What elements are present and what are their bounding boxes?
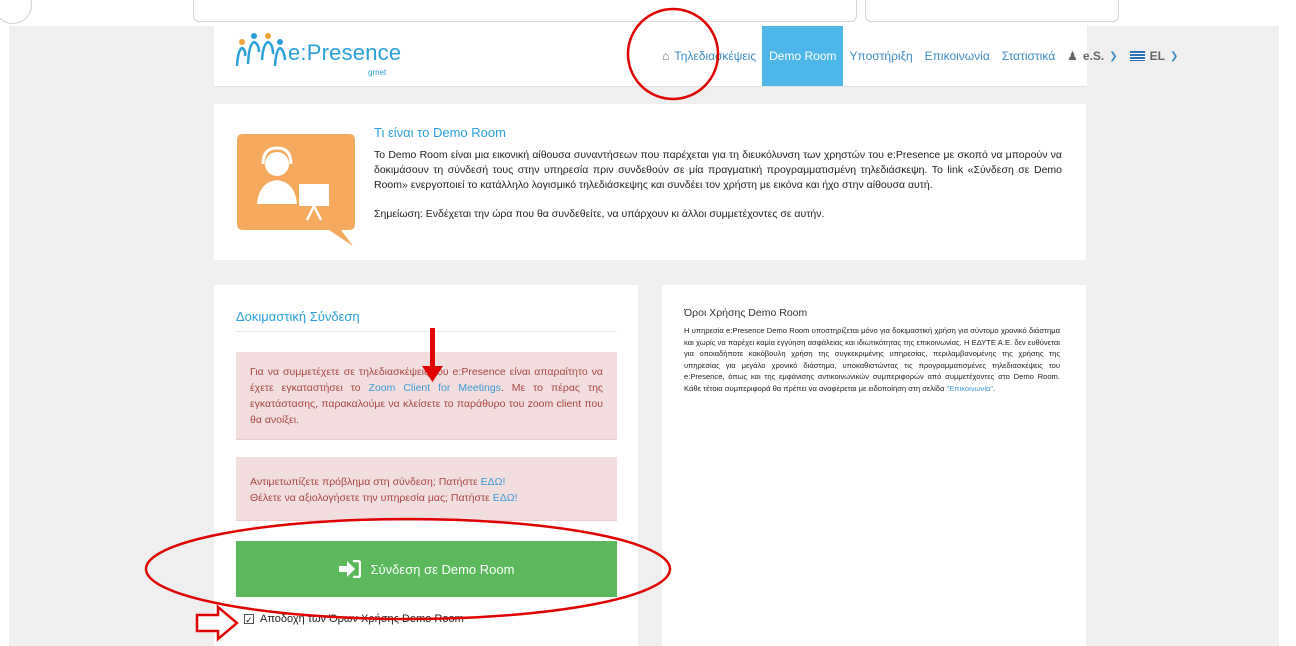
- browser-toolbar: [0, 0, 1296, 26]
- nav-label-teleconferences: Τηλεδιασκέψεις: [674, 49, 757, 63]
- problem-here-link[interactable]: ΕΔΩ!: [481, 476, 506, 488]
- nav-item-demo-room[interactable]: Demo Room: [762, 26, 844, 86]
- test-connection-panel: Δοκιμαστική Σύνδεση Για να συμμετέχετε σ…: [214, 285, 638, 646]
- chevron-down-icon: ❯: [1170, 50, 1179, 62]
- nav-label-statistics: Στατιστικά: [1001, 49, 1056, 63]
- evaluate-text: Θέλετε να αξιολογήσετε την υπηρεσία μας;…: [250, 492, 493, 504]
- main-menu: ⌂ Τηλεδιασκέψεις Demo Room Υποστήριξη Επ…: [656, 26, 1184, 86]
- help-alert: Αντιμετωπίζετε πρόβλημα στη σύνδεση; Πατ…: [236, 457, 617, 521]
- user-label: e.S.: [1082, 49, 1105, 63]
- browser-search-bar[interactable]: [865, 0, 1119, 22]
- user-menu[interactable]: ♟ e.S. ❯: [1061, 26, 1124, 86]
- accept-terms: ✓ Αποδοχή των Όρων Χρήσης Demo Room: [244, 613, 464, 625]
- accept-terms-checkbox[interactable]: ✓: [244, 614, 254, 625]
- nav-label-support: Υποστήριξη: [849, 49, 913, 63]
- language-label: EL: [1149, 49, 1165, 63]
- info-title: Τι είναι το Demo Room: [374, 125, 506, 140]
- epresence-logo[interactable]: e:Presence grnet: [234, 30, 434, 82]
- terms-panel: Όροι Χρήσης Demo Room Η υπηρεσία e:Prese…: [662, 285, 1086, 646]
- evaluate-here-link[interactable]: ΕΔΩ!: [493, 492, 518, 504]
- contact-page-link[interactable]: "Επικοινωνία": [947, 384, 994, 393]
- divider: [236, 331, 617, 332]
- logo-text: e:Presence: [288, 40, 402, 65]
- people-logo-icon: [235, 33, 287, 67]
- logo-powered-by: grnet: [368, 68, 387, 77]
- nav-label-demo-room: Demo Room: [769, 49, 837, 63]
- demo-room-info-card: Τι είναι το Demo Room Το Demo Room είναι…: [214, 104, 1086, 260]
- nav-item-teleconferences[interactable]: ⌂ Τηλεδιασκέψεις: [656, 26, 762, 86]
- terms-title: Όροι Χρήσης Demo Room: [684, 307, 808, 319]
- address-bar[interactable]: [193, 0, 857, 22]
- nav-item-statistics[interactable]: Στατιστικά: [996, 26, 1061, 86]
- user-icon: ♟: [1067, 49, 1078, 63]
- test-connection-title: Δοκιμαστική Σύνδεση: [236, 309, 360, 324]
- connect-button-label: Σύνδεση σε Demo Room: [370, 561, 515, 577]
- nav-label-contact: Επικοινωνία: [924, 49, 990, 63]
- browser-back-button[interactable]: [0, 0, 32, 24]
- info-description: Το Demo Room είναι μια εικονική αίθουσα …: [374, 149, 1062, 191]
- terms-end: .: [993, 383, 996, 393]
- chevron-down-icon: ❯: [1109, 50, 1118, 62]
- zoom-requirement-alert: Για να συμμετέχετε σε τηλεδιασκέψεις του…: [236, 352, 617, 440]
- home-icon: ⌂: [662, 49, 670, 63]
- language-menu[interactable]: EL ❯: [1124, 26, 1185, 86]
- nav-item-support[interactable]: Υποστήριξη: [843, 26, 918, 86]
- demo-room-icon: [237, 134, 355, 246]
- terms-body: Η υπηρεσία e:Presence Demo Room υποστηρί…: [684, 326, 1060, 393]
- problem-text: Αντιμετωπίζετε πρόβλημα στη σύνδεση; Πατ…: [250, 476, 481, 488]
- sign-in-icon: [338, 560, 361, 578]
- zoom-client-link[interactable]: Zoom Client for Meetings: [369, 382, 501, 394]
- terms-text: Η υπηρεσία e:Presence Demo Room υποστηρί…: [684, 325, 1060, 395]
- info-note: Σημείωση: Ενδέχεται την ώρα που θα συνδε…: [374, 208, 825, 220]
- connect-demo-room-button[interactable]: Σύνδεση σε Demo Room: [236, 541, 617, 597]
- accept-terms-label[interactable]: Αποδοχή των Όρων Χρήσης Demo Room: [260, 613, 464, 625]
- nav-item-contact[interactable]: Επικοινωνία: [919, 26, 996, 86]
- greek-flag-icon: [1129, 51, 1145, 61]
- top-navbar: e:Presence grnet ⌂ Τηλεδιασκέψεις Demo R…: [214, 26, 1178, 87]
